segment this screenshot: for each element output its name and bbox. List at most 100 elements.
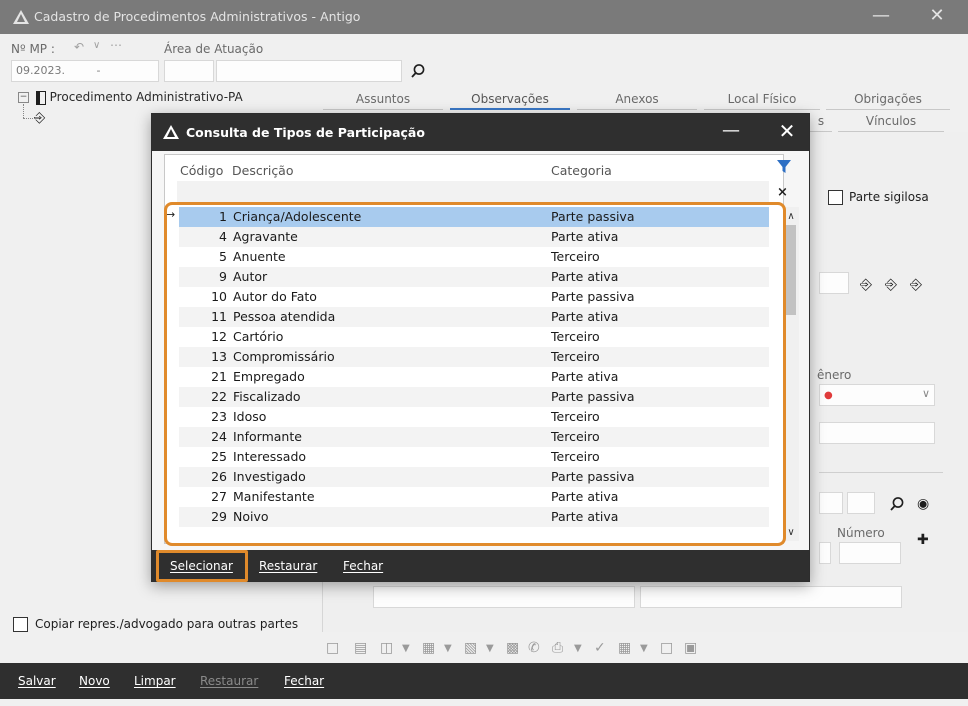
action-icon-strip: □ ▤ ◫ ▼ ▦ ▼ ▧ ▼ ▩ ✆ ⎙ ▼ ✓ ▦ ▼ □ ▣ — [322, 638, 782, 662]
clear-button[interactable]: Limpar — [134, 674, 176, 688]
dialog-title: Consulta de Tipos de Participação — [186, 125, 425, 140]
dialog-restore-button[interactable]: Restaurar — [259, 559, 317, 573]
participation-types-dialog: Consulta de Tipos de Participação — ✕ Có… — [151, 113, 810, 582]
mp-number-field[interactable]: 09.2023. - — [11, 60, 159, 82]
dropdown-arrow-icon[interactable]: ▼ — [444, 643, 452, 654]
dialog-title-bar: Consulta de Tipos de Participação — ✕ — [152, 114, 809, 151]
area-name-field[interactable] — [216, 60, 402, 82]
document-icon — [35, 90, 46, 105]
mp-number-value: 09.2023. — [16, 64, 65, 77]
tree-root[interactable]: − Procedimento Administrativo-PA — [18, 90, 243, 105]
tab-observacoes[interactable]: Observações — [450, 90, 570, 110]
dropdown-arrow-icon[interactable]: ▼ — [486, 643, 494, 654]
area-label: Área de Atuação — [164, 42, 264, 56]
tree-root-label: Procedimento Administrativo-PA — [49, 90, 243, 104]
cep-field-b[interactable] — [847, 492, 875, 514]
transfer-icon[interactable]: ▧ — [464, 640, 477, 656]
chevron-down-icon[interactable]: ∨ — [93, 40, 100, 51]
folder-icon[interactable]: ◫ — [380, 640, 393, 656]
parte-sigilosa-label: Parte sigilosa — [849, 190, 929, 204]
party-field[interactable] — [819, 272, 849, 294]
scroll-down-icon[interactable]: ∨ — [785, 527, 797, 539]
check-circle-icon[interactable]: ✓ — [594, 640, 606, 656]
close-button[interactable]: Fechar — [284, 674, 324, 688]
mp-label: Nº MP : — [11, 42, 55, 56]
person-icon: ⎆ — [34, 110, 46, 126]
dropdown-arrow-icon[interactable]: ▼ — [402, 643, 410, 654]
street-field[interactable] — [819, 542, 831, 564]
genero-label: ênero — [817, 368, 852, 382]
tab-assuntos[interactable]: Assuntos — [323, 90, 443, 110]
select-button[interactable]: Selecionar — [170, 559, 233, 573]
copiar-label: Copiar repres./advogado para outras part… — [35, 617, 299, 631]
dialog-close-button[interactable]: ✕ — [764, 115, 810, 149]
dialog-command-bar: Selecionar Restaurar Fechar — [152, 550, 809, 582]
hierarchy-icon[interactable]: ▦ — [422, 640, 435, 656]
tab-obrigacoes[interactable]: Obrigações — [826, 90, 950, 110]
column-header-categoria[interactable]: Categoria — [551, 163, 612, 178]
more-icon[interactable]: ⋯ — [110, 38, 122, 52]
restore-button[interactable]: Restaurar — [200, 674, 258, 688]
copy-document-icon[interactable]: ▤ — [354, 640, 367, 656]
dropdown-arrow-icon[interactable]: ▼ — [640, 643, 648, 654]
main-command-bar: Salvar Novo Limpar Restaurar Fechar — [0, 663, 968, 699]
save-button[interactable]: Salvar — [18, 674, 56, 688]
tree-line — [23, 118, 35, 119]
secondary-field[interactable] — [819, 422, 935, 444]
tab-partial[interactable]: s — [810, 112, 832, 132]
print-icon[interactable]: ⎙ — [552, 640, 563, 656]
person-add-icon[interactable]: ⎆ — [860, 275, 872, 293]
tree-line — [23, 104, 24, 118]
undo-icon[interactable]: ↶ — [74, 40, 84, 54]
clear-filter-icon[interactable]: × — [777, 185, 788, 200]
chevron-down-icon[interactable]: ∨ — [922, 387, 930, 400]
dialog-minimize-button[interactable]: — — [708, 115, 754, 149]
new-button[interactable]: Novo — [79, 674, 110, 688]
search-icon[interactable] — [889, 496, 905, 512]
close-window-button[interactable]: ✕ — [914, 0, 960, 34]
calendar-icon[interactable]: ▦ — [618, 640, 631, 656]
filter-row[interactable] — [177, 181, 769, 203]
tab-local-fisico[interactable]: Local Físico — [704, 90, 820, 110]
complement-field[interactable] — [373, 586, 635, 608]
app-logo-icon — [13, 10, 29, 24]
app-logo-icon — [163, 125, 179, 139]
scroll-thumb[interactable] — [786, 225, 796, 315]
main-title-bar: Cadastro de Procedimentos Administrativo… — [0, 0, 968, 34]
phone-icon[interactable]: ✆ — [528, 640, 540, 656]
copiar-checkbox[interactable] — [13, 617, 28, 632]
parte-sigilosa-checkbox[interactable] — [828, 190, 843, 205]
collapse-icon[interactable]: − — [18, 92, 29, 103]
area-code-field[interactable] — [164, 60, 214, 82]
scroll-up-icon[interactable]: ∧ — [785, 211, 797, 223]
docs-icon[interactable]: ▩ — [506, 640, 519, 656]
district-field[interactable] — [640, 586, 902, 608]
map-add-icon[interactable]: ✚ — [917, 532, 929, 548]
grid-highlight-box — [164, 202, 786, 546]
add-document-icon[interactable]: □ — [326, 640, 339, 656]
person-search-icon[interactable]: ⎆ — [910, 275, 922, 293]
cep-field-a[interactable] — [819, 492, 843, 514]
column-header-codigo[interactable]: Código — [180, 163, 223, 178]
address-search-icon[interactable]: ◉ — [917, 496, 929, 512]
minimize-button[interactable]: — — [858, 0, 904, 34]
dialog-close-text-button[interactable]: Fechar — [343, 559, 383, 573]
mp-number-dash: - — [96, 64, 101, 77]
column-header-descricao[interactable]: Descrição — [232, 163, 294, 178]
tab-vinculos[interactable]: Vínculos — [838, 112, 944, 132]
main-window-title: Cadastro de Procedimentos Administrativo… — [34, 9, 361, 24]
search-icon[interactable] — [410, 63, 426, 79]
required-dot-icon: ● — [824, 390, 833, 401]
numero-label: Número — [837, 526, 885, 540]
divider — [819, 472, 943, 473]
document-chart-icon[interactable]: ▣ — [684, 640, 697, 656]
person-edit-icon[interactable]: ⎆ — [885, 275, 897, 293]
dropdown-arrow-icon[interactable]: ▼ — [574, 643, 582, 654]
tree-child-person[interactable]: ⎆ — [34, 110, 45, 126]
document-a-icon[interactable]: □ — [660, 640, 673, 656]
grid-header: Código Descrição Categoria — [165, 155, 769, 183]
filter-icon[interactable] — [777, 159, 791, 175]
genero-select[interactable]: ● ∨ — [819, 384, 935, 406]
number-field[interactable] — [839, 542, 901, 564]
tab-anexos[interactable]: Anexos — [577, 90, 697, 110]
